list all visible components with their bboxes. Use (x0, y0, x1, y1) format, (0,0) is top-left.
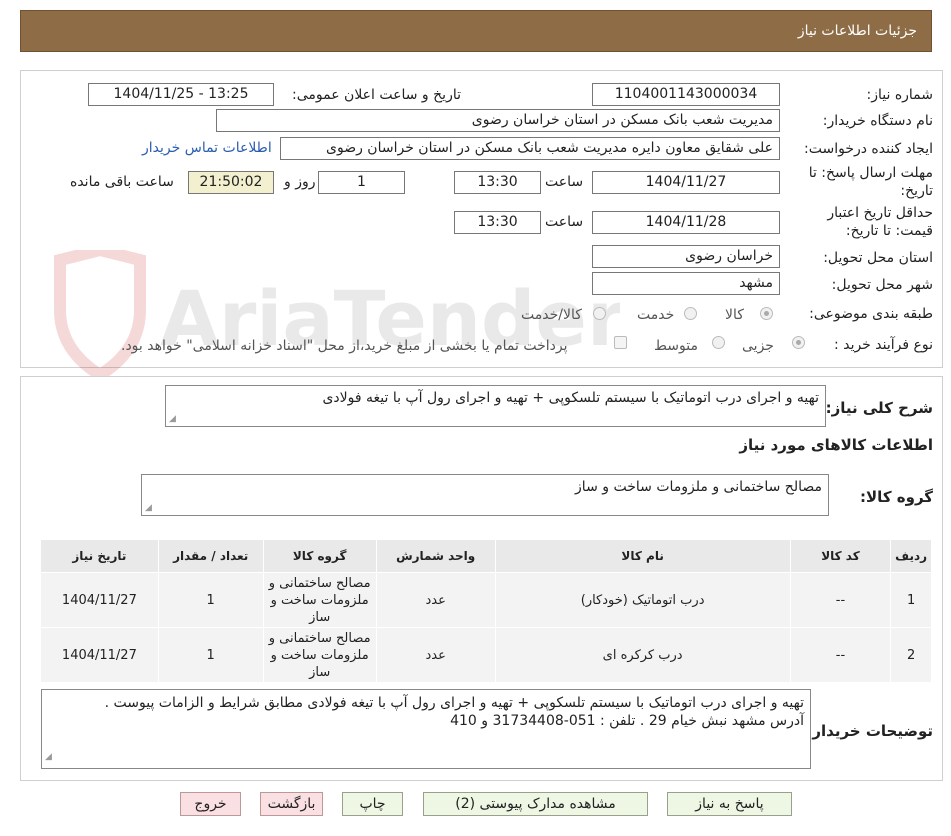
city-field: مشهد (592, 272, 780, 295)
need-number-label: شماره نیاز: (866, 87, 934, 103)
validity-label-2: قیمت: تا تاریخ: (845, 223, 933, 239)
summary-textarea[interactable]: تهیه و اجرای درب اتوماتیک با سیستم تلسکو… (165, 385, 826, 427)
view-attachments-button[interactable]: مشاهده مدارک پیوستی (2) (423, 792, 648, 816)
column-header-code: کد کالا (789, 539, 892, 573)
goods-group-text: مصالح ساختمانی و ملزومات ساخت و ساز (575, 479, 822, 495)
creator-label: ایجاد کننده درخواست: (804, 141, 933, 157)
cell-group: مصالح ساختمانی و ملزومات ساخت و ساز (262, 627, 377, 683)
cell-code: -- (789, 572, 892, 628)
process-radio-medium[interactable] (712, 336, 725, 349)
cell-group: مصالح ساختمانی و ملزومات ساخت و ساز (262, 572, 377, 628)
buyer-notes-textarea[interactable]: تهیه و اجرای درب اتوماتیک با سیستم تلسکو… (41, 689, 811, 769)
category-label: طبقه بندی موضوعی: (809, 306, 933, 322)
remaining-time-label: ساعت باقی مانده (70, 174, 174, 190)
resize-grip-icon[interactable]: ◢ (45, 748, 52, 766)
need-number-field: 1104001143000034 (592, 83, 780, 106)
back-button[interactable]: بازگشت (260, 792, 323, 816)
treasury-note: پرداخت تمام یا بخشی از مبلغ خرید،از محل … (121, 338, 568, 354)
validity-date-field: 1404/11/28 (592, 211, 780, 234)
cell-unit: عدد (375, 627, 496, 683)
page-header: جزئیات اطلاعات نیاز (20, 10, 932, 52)
city-label: شهر محل تحویل: (831, 277, 933, 293)
remaining-time-field: 21:50:02 (188, 171, 274, 194)
buyer-contact-link[interactable]: اطلاعات تماس خریدار (142, 140, 272, 156)
cell-qty: 1 (157, 627, 264, 683)
validity-label: حداقل تاریخ اعتبار (827, 205, 933, 221)
province-label: استان محل تحویل: (823, 250, 933, 266)
announce-field: 1404/11/25 - 13:25 (88, 83, 274, 106)
column-header-group: گروه کالا (262, 539, 377, 573)
goods-group-label: گروه کالا: (860, 488, 933, 506)
column-header-unit: واحد شمارش (375, 539, 496, 573)
process-label: نوع فرآیند خرید : (834, 337, 933, 353)
print-button[interactable]: چاپ (342, 792, 403, 816)
creator-field: علی شقایق معاون دایره مدیریت شعب بانک مس… (280, 137, 780, 160)
resize-grip-icon[interactable]: ◢ (169, 414, 176, 424)
buyer-notes-line-2: آدرس مشهد نبش خیام 29 . تلفن : 051-31734… (450, 713, 804, 729)
process-radio-minor[interactable] (792, 336, 805, 349)
category-option-goods: کالا (725, 307, 744, 323)
summary-text: تهیه و اجرای درب اتوماتیک با سیستم تلسکو… (322, 390, 819, 406)
table-row: 1 -- درب اتوماتیک (خودکار) عدد مصالح ساخ… (40, 572, 932, 628)
column-header-row-number: ردیف (890, 539, 932, 573)
cell-date: 1404/11/27 (40, 572, 159, 628)
exit-button[interactable]: خروج (180, 792, 241, 816)
category-radio-service[interactable] (684, 307, 697, 320)
column-header-qty: تعداد / مقدار (157, 539, 264, 573)
process-option-medium: متوسط (654, 338, 698, 354)
province-field: خراسان رضوی (592, 245, 780, 268)
goods-section-title: اطلاعات کالاهای مورد نیاز (739, 436, 933, 454)
buyer-field: مدیریت شعب بانک مسکن در استان خراسان رضو… (216, 109, 780, 132)
deadline-date-field: 1404/11/27 (592, 171, 780, 194)
cell-row-number: 2 (890, 627, 932, 683)
goods-group-textarea[interactable]: مصالح ساختمانی و ملزومات ساخت و ساز ◢ (141, 474, 829, 516)
page-title: جزئیات اطلاعات نیاز (797, 23, 917, 39)
buyer-notes-label: توضیحات خریدار: (806, 722, 933, 740)
cell-name: درب کرکره ای (494, 627, 791, 683)
validity-time-label: ساعت (545, 214, 584, 230)
cell-row-number: 1 (890, 572, 932, 628)
deadline-time-label: ساعت (545, 174, 584, 190)
buyer-notes-line-1: تهیه و اجرای درب اتوماتیک با سیستم تلسکو… (104, 695, 804, 711)
resize-grip-icon[interactable]: ◢ (145, 503, 152, 513)
treasury-checkbox[interactable] (614, 336, 627, 349)
buyer-label: نام دستگاه خریدار: (822, 113, 933, 129)
category-radio-goods-service[interactable] (593, 307, 606, 320)
cell-date: 1404/11/27 (40, 627, 159, 683)
cell-unit: عدد (375, 572, 496, 628)
days-remaining-field: 1 (318, 171, 405, 194)
cell-qty: 1 (157, 572, 264, 628)
category-radio-goods[interactable] (760, 307, 773, 320)
days-label: روز و (284, 174, 316, 190)
reply-button[interactable]: پاسخ به نیاز (667, 792, 792, 816)
deadline-label-2: تاریخ: (900, 183, 933, 199)
process-option-minor: جزیی (742, 338, 774, 354)
cell-name: درب اتوماتیک (خودکار) (494, 572, 791, 628)
column-header-name: نام کالا (494, 539, 791, 573)
cell-code: -- (789, 627, 892, 683)
announce-label: تاریخ و ساعت اعلان عمومی: (292, 87, 461, 103)
validity-time-field: 13:30 (454, 211, 541, 234)
category-option-service: خدمت (637, 307, 675, 323)
summary-label: شرح کلی نیاز: (825, 399, 933, 417)
deadline-label: مهلت ارسال پاسخ: تا (808, 165, 933, 181)
table-row: 2 -- درب کرکره ای عدد مصالح ساختمانی و م… (40, 627, 932, 683)
column-header-date: تاریخ نیاز (40, 539, 159, 573)
deadline-time-field: 13:30 (454, 171, 541, 194)
goods-table: ردیف کد کالا نام کالا واحد شمارش گروه کا… (40, 539, 932, 683)
category-option-goods-service: کالا/خدمت (521, 307, 582, 323)
table-header-row: ردیف کد کالا نام کالا واحد شمارش گروه کا… (40, 539, 932, 573)
